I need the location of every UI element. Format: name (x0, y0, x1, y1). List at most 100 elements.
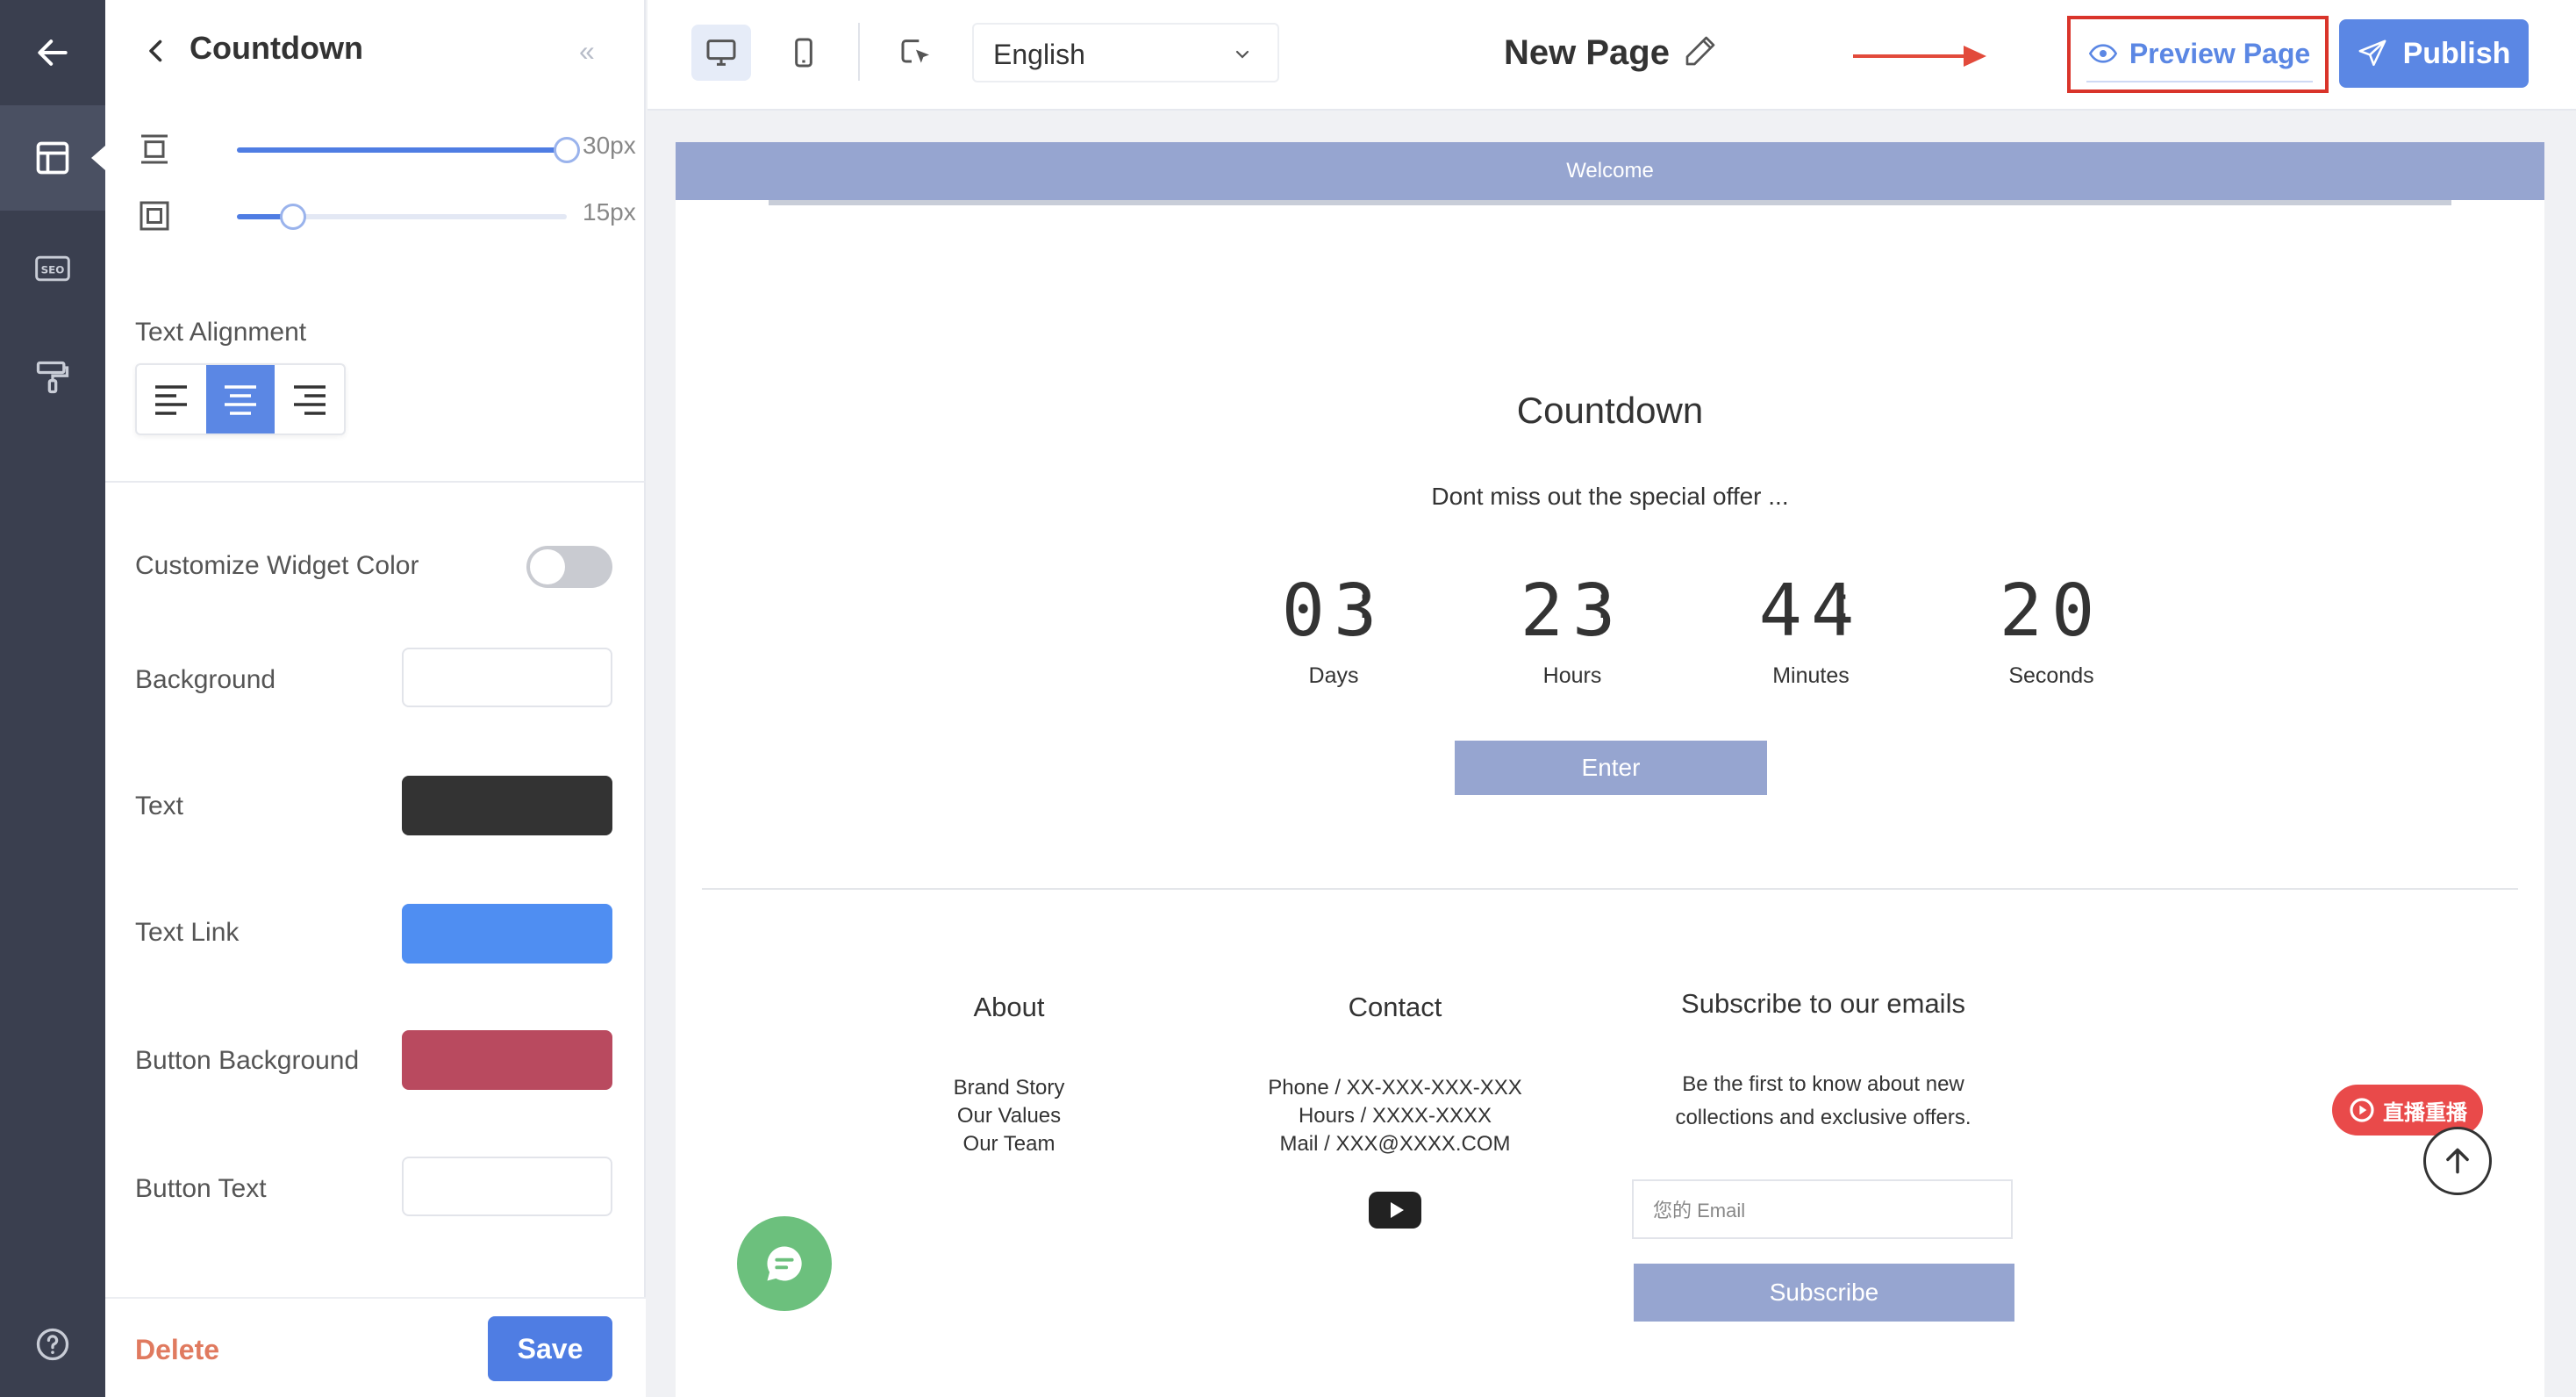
help-circle-icon (36, 1328, 69, 1361)
about-link-our-values[interactable]: Our Values (877, 1102, 1141, 1130)
subscribe-button[interactable]: Subscribe (1634, 1264, 2014, 1322)
annotation-arrow (1853, 54, 1971, 58)
delete-button[interactable]: Delete (135, 1334, 219, 1366)
rail-seo-button[interactable]: SEO (0, 216, 105, 321)
about-link-our-team[interactable]: Our Team (877, 1130, 1141, 1158)
align-center-button[interactable] (205, 365, 275, 433)
scroll-to-top-button[interactable] (2423, 1127, 2492, 1195)
background-color-swatch[interactable] (402, 648, 612, 707)
save-button[interactable]: Save (488, 1316, 612, 1381)
contact-heading: Contact (1348, 992, 1442, 1022)
customize-color-label: Customize Widget Color (135, 551, 419, 580)
padding-slider-fill (237, 147, 567, 153)
rail-layout-button[interactable] (0, 105, 105, 211)
about-heading: About (973, 992, 1045, 1022)
countdown-seconds-value: 20 (1999, 570, 2104, 653)
countdown-days: 03 Days (1246, 563, 1421, 689)
background-color-label: Background (135, 665, 276, 694)
layout-icon (36, 141, 69, 175)
pencil-icon[interactable] (1683, 33, 1718, 68)
countdown-days-value: 03 (1281, 570, 1386, 653)
panel-footer: Delete Save (105, 1297, 646, 1397)
contact-mail: Mail / XXX@XXXX.COM (1279, 1132, 1511, 1156)
text-color-swatch[interactable] (402, 776, 612, 835)
subscribe-heading: Subscribe to our emails (1681, 988, 1965, 1019)
welcome-underline (769, 200, 2451, 205)
chat-button[interactable] (737, 1216, 832, 1311)
subscribe-text-line1: Be the first to know about new (1682, 1072, 1964, 1096)
countdown-separator: : (1597, 578, 1609, 627)
about-link-brand-story[interactable]: Brand Story (877, 1074, 1141, 1102)
inner-padding-slider-value: 15px (583, 198, 636, 226)
desktop-icon (706, 39, 736, 66)
inner-padding-icon (140, 201, 169, 231)
padding-slider-knob[interactable] (554, 137, 580, 163)
customize-color-toggle[interactable] (526, 546, 612, 588)
button-background-color-swatch[interactable] (402, 1030, 612, 1090)
chat-icon (767, 1246, 802, 1281)
align-right-icon (293, 385, 326, 415)
language-select[interactable]: English (972, 23, 1279, 82)
seo-icon: SEO (35, 255, 70, 282)
email-input[interactable]: 您的 Email (1632, 1179, 2013, 1239)
countdown-minutes: 44 Minutes (1723, 563, 1899, 689)
live-replay-label: 直播重播 (2383, 1100, 2467, 1125)
inner-padding-slider-knob[interactable] (279, 204, 306, 230)
align-center-icon (225, 385, 256, 415)
align-left-button[interactable] (137, 365, 206, 433)
annotation-arrow-head (1964, 46, 1986, 67)
youtube-icon[interactable] (1369, 1192, 1421, 1229)
countdown-seconds-label: Seconds (2008, 663, 2094, 688)
text-color-label: Text (135, 792, 184, 820)
page-name: New Page (1504, 33, 1670, 72)
padding-slider[interactable] (237, 137, 580, 163)
cursor-select-icon (901, 39, 929, 63)
collapse-panel-icon[interactable]: « (579, 35, 595, 68)
preview-page-label: Preview Page (2129, 37, 2311, 69)
publish-label: Publish (2402, 36, 2511, 70)
desktop-view-button[interactable] (691, 25, 751, 81)
text-link-color-swatch[interactable] (402, 904, 612, 964)
countdown-separator: : (1358, 578, 1370, 627)
align-left-icon (155, 385, 188, 415)
select-element-button[interactable] (886, 25, 946, 81)
paper-plane-icon (2358, 39, 2386, 67)
text-alignment-label: Text Alignment (135, 318, 307, 347)
countdown-subtitle: Dont miss out the special offer ... (1431, 483, 1789, 510)
rail-theme-button[interactable] (0, 325, 105, 430)
panel-divider (105, 481, 646, 483)
enter-button[interactable]: Enter (1455, 741, 1767, 795)
svg-text:SEO: SEO (41, 264, 65, 276)
subscribe-text-line2: collections and exclusive offers. (1675, 1106, 1971, 1129)
padding-slider-value: 30px (583, 132, 636, 159)
padding-slider-row: 30px (137, 123, 636, 176)
welcome-bar[interactable]: Welcome (676, 142, 2544, 200)
countdown-seconds: 20 Seconds (1964, 563, 2139, 689)
button-text-color-swatch[interactable] (402, 1157, 612, 1216)
publish-button[interactable]: Publish (2339, 19, 2529, 88)
preview-page-button[interactable]: Preview Page (2086, 26, 2313, 82)
chevron-left-icon[interactable] (140, 33, 172, 68)
inner-padding-slider[interactable] (237, 204, 567, 230)
countdown-minutes-value: 44 (1758, 570, 1864, 653)
help-button[interactable] (0, 1292, 105, 1397)
section-divider (702, 888, 2518, 890)
arrow-left-icon (38, 39, 68, 66)
vertical-padding-icon (141, 134, 168, 164)
button-background-color-label: Button Background (135, 1046, 360, 1075)
align-right-button[interactable] (275, 365, 344, 433)
language-value: English (993, 39, 1085, 70)
countdown-hours-label: Hours (1542, 663, 1602, 688)
page-canvas: Welcome Countdown Dont miss out the spec… (676, 142, 2544, 1397)
mobile-view-button[interactable] (774, 25, 834, 81)
chevron-down-icon (1235, 50, 1249, 59)
text-link-color-label: Text Link (135, 918, 240, 947)
paint-roller-icon (36, 361, 69, 394)
countdown-days-label: Days (1308, 663, 1359, 688)
countdown-hours: 23 Hours (1485, 563, 1660, 689)
button-text-color-label: Button Text (135, 1174, 267, 1203)
countdown-title: Countdown (1516, 390, 1704, 431)
inner-padding-slider-row: 15px (137, 190, 636, 242)
countdown-separator: : (1837, 578, 1850, 627)
back-button[interactable] (0, 0, 105, 105)
